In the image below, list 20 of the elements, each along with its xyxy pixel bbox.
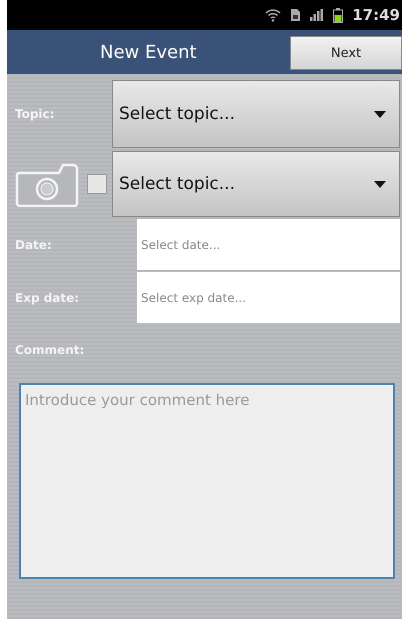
checkbox[interactable] <box>87 174 107 194</box>
exp-date-label: Exp date: <box>15 290 80 304</box>
battery-icon <box>333 8 344 22</box>
topic-dropdown[interactable]: Select topic... <box>112 151 400 217</box>
comment-label: Comment: <box>15 343 86 357</box>
sim-card-icon <box>290 8 302 22</box>
date-label: Date: <box>15 238 53 252</box>
status-time: 17:49 <box>352 6 400 24</box>
dropdown-arrow-icon <box>374 180 386 188</box>
topic-label: Topic: <box>15 107 56 121</box>
topic-dropdown[interactable]: Select topic... <box>112 80 400 148</box>
wifi-icon <box>265 8 282 22</box>
dropdown-arrow-icon <box>374 110 386 118</box>
signal-icon <box>310 9 324 21</box>
exp-date-field[interactable]: Select exp date... <box>137 272 400 323</box>
screen-title: New Event <box>100 42 197 62</box>
date-field[interactable]: Select date... <box>137 219 400 270</box>
next-button[interactable]: Next <box>290 36 402 70</box>
camera-icon[interactable] <box>15 161 79 207</box>
comment-field[interactable]: Introduce your comment here <box>19 383 395 579</box>
